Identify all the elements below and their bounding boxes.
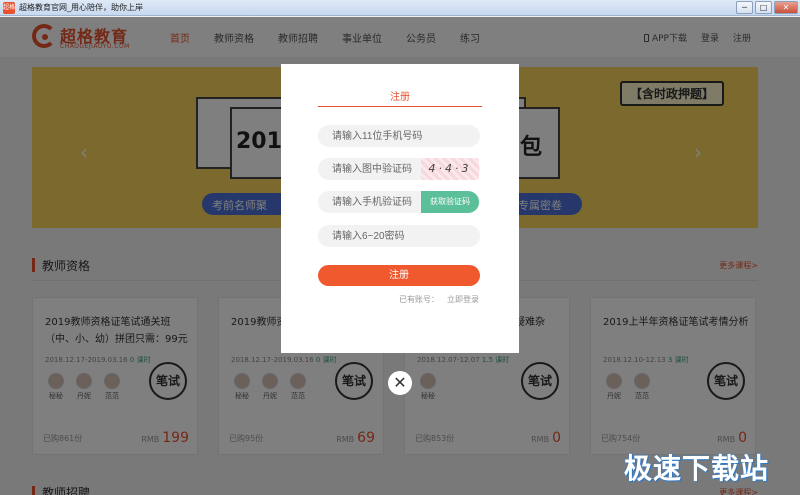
get-code-button[interactable]: 获取验证码 — [421, 191, 479, 213]
login-now-link[interactable]: 立即登录 — [447, 295, 479, 304]
watermark: 极速下载站 — [624, 452, 770, 485]
window-title: 超格教育官网_用心陪伴，助你上岸 — [19, 3, 143, 12]
close-window-button[interactable]: ✕ — [774, 1, 798, 14]
minimize-button[interactable]: ─ — [736, 1, 753, 14]
register-submit-button[interactable]: 注册 — [318, 265, 480, 286]
maximize-button[interactable]: □ — [755, 1, 772, 14]
window-titlebar: 超格 超格教育官网_用心陪伴，助你上岸 ─ □ ✕ — [0, 0, 800, 16]
login-prompt: 已有账号： 立即登录 — [399, 295, 479, 304]
captcha-image[interactable]: 4·4·3 — [421, 158, 479, 180]
app-icon: 超格 — [3, 2, 15, 14]
tab-underline — [318, 106, 482, 107]
close-icon[interactable]: ✕ — [388, 371, 412, 395]
tab-register[interactable]: 注册 — [281, 88, 519, 103]
window-controls: ─ □ ✕ — [734, 1, 798, 14]
password-input[interactable] — [318, 225, 480, 247]
register-modal: 注册 4·4·3 获取验证码 注册 已有账号：立即登录 — [281, 64, 519, 353]
phone-input[interactable] — [318, 125, 480, 147]
